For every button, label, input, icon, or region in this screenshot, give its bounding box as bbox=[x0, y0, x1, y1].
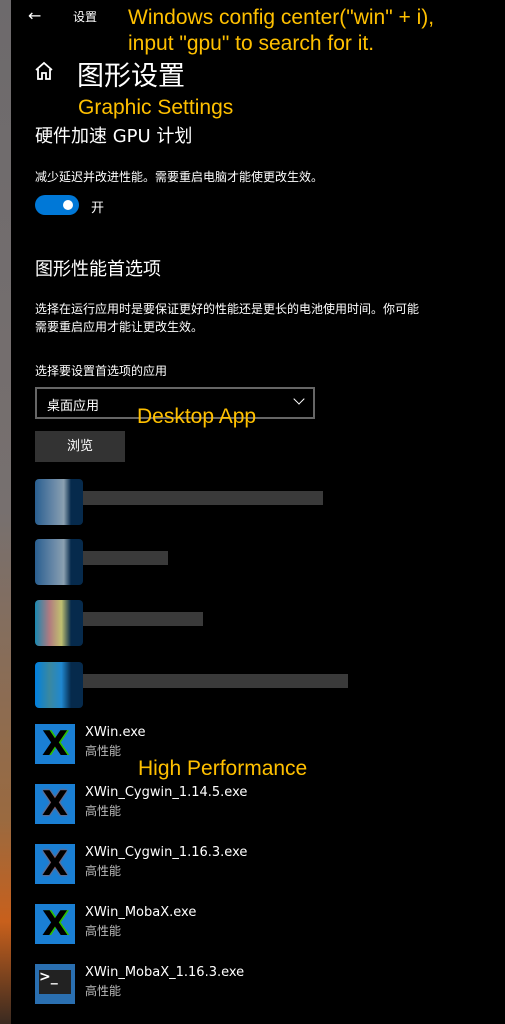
toggle-label: 开 bbox=[91, 201, 105, 216]
select-value: 桌面应用 bbox=[47, 399, 100, 414]
blurred-app-item[interactable] bbox=[35, 539, 168, 585]
cygwin-x-icon: X bbox=[35, 784, 75, 824]
select-label: 选择要设置首选项的应用 bbox=[35, 364, 168, 378]
blurred-app-icon bbox=[35, 600, 83, 646]
annotation-high: High Performance bbox=[138, 757, 308, 780]
app-item-mobax[interactable]: X XWin_MobaX.exe 高性能 bbox=[35, 904, 196, 944]
app-name: XWin_Cygwin_1.16.3.exe bbox=[85, 845, 248, 860]
pref-description-2: 需要重启应用才能让更改生效。 bbox=[35, 320, 204, 334]
app-name: XWin_MobaX.exe bbox=[85, 905, 197, 920]
app-name: XWin_Cygwin_1.14.5.exe bbox=[85, 785, 248, 800]
blurred-app-icon bbox=[35, 479, 83, 525]
x-logo-icon: X bbox=[35, 724, 75, 764]
app-preference: 高性能 bbox=[85, 924, 122, 938]
blurred-app-item[interactable] bbox=[35, 662, 348, 708]
pref-description-1: 选择在运行应用时是要保证更好的性能还是更长的电池使用时间。你可能 bbox=[35, 302, 420, 316]
app-preference: 高性能 bbox=[85, 984, 122, 998]
app-name: XWin_MobaX_1.16.3.exe bbox=[85, 965, 245, 980]
back-arrow-icon[interactable]: ← bbox=[28, 6, 41, 25]
app-item-xwin[interactable]: X XWin.exe 高性能 bbox=[35, 724, 146, 764]
app-preference: 高性能 bbox=[85, 864, 122, 878]
terminal-icon: >_ bbox=[35, 964, 75, 1004]
blurred-app-name bbox=[83, 612, 203, 626]
gpu-heading: 硬件加速 GPU 计划 bbox=[35, 126, 193, 147]
cygwin-x-icon: X bbox=[35, 844, 75, 884]
annotation-graphic: Graphic Settings bbox=[78, 96, 234, 119]
blurred-app-item[interactable] bbox=[35, 600, 203, 646]
blurred-app-name bbox=[83, 551, 168, 565]
blurred-app-name bbox=[83, 491, 323, 505]
annotation-desktop: Desktop App bbox=[137, 405, 257, 428]
app-item-mobax-1163[interactable]: >_ XWin_MobaX_1.16.3.exe 高性能 bbox=[35, 964, 244, 1004]
chevron-down-icon bbox=[293, 393, 305, 405]
blurred-app-icon bbox=[35, 539, 83, 585]
app-name: XWin.exe bbox=[85, 725, 146, 740]
pref-heading: 图形性能首选项 bbox=[35, 259, 161, 280]
gpu-scheduling-toggle[interactable] bbox=[35, 195, 79, 215]
annotation-top: Windows config center("win" + i), bbox=[128, 6, 435, 29]
desktop-wallpaper bbox=[0, 0, 11, 1024]
app-item-cygwin-1145[interactable]: X XWin_Cygwin_1.14.5.exe 高性能 bbox=[35, 784, 247, 824]
app-preference: 高性能 bbox=[85, 804, 122, 818]
gpu-description: 减少延迟并改进性能。需要重启电脑才能使更改生效。 bbox=[35, 170, 324, 184]
app-title: 设置 bbox=[73, 10, 98, 24]
x-logo-icon: X bbox=[35, 904, 75, 944]
app-item-cygwin-1163[interactable]: X XWin_Cygwin_1.16.3.exe 高性能 bbox=[35, 844, 247, 884]
blurred-app-item[interactable] bbox=[35, 479, 323, 525]
home-icon[interactable] bbox=[34, 60, 54, 82]
blurred-app-name bbox=[83, 674, 348, 688]
blurred-app-icon bbox=[35, 662, 83, 708]
page-title: 图形设置 bbox=[77, 61, 185, 92]
app-preference: 高性能 bbox=[85, 744, 122, 758]
browse-button[interactable]: 浏览 bbox=[35, 431, 125, 462]
